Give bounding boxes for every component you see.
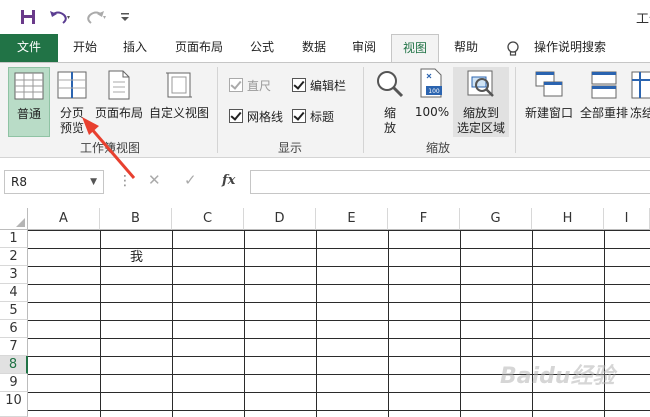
annotation-arrow-icon (82, 117, 136, 179)
watermark: Baidu经验 (500, 364, 615, 389)
